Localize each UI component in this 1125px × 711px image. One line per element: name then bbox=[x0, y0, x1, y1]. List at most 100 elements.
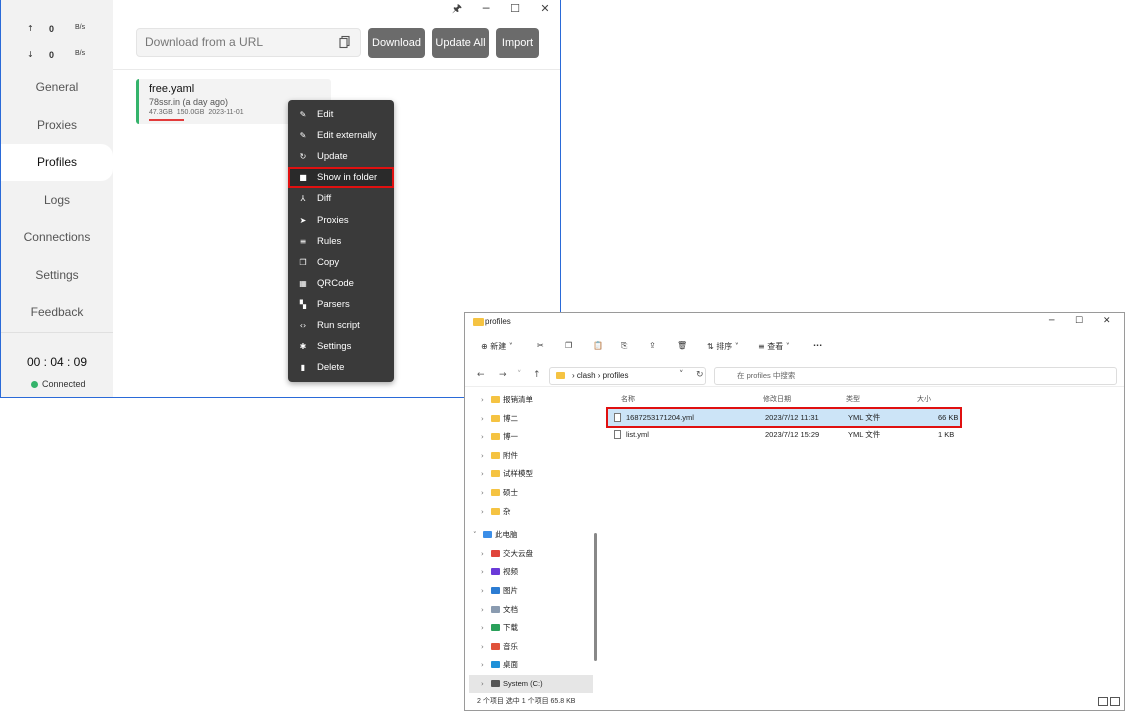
chevron-right-icon[interactable]: › bbox=[481, 545, 484, 563]
nav-general[interactable]: General bbox=[1, 69, 113, 106]
menu-item-show-in-folder[interactable]: ■ Show in folder bbox=[288, 167, 394, 189]
nav-settings[interactable]: Settings bbox=[1, 257, 113, 294]
tree-item[interactable]: › 试样模型 bbox=[469, 465, 593, 483]
tree-item[interactable]: › 交大云盘 bbox=[469, 545, 593, 563]
chevron-right-icon[interactable]: › bbox=[481, 428, 484, 446]
paste-icon[interactable] bbox=[338, 35, 352, 49]
chevron-right-icon[interactable]: › bbox=[481, 391, 484, 409]
file-row[interactable]: list.yml 2023/7/12 15:29 YML 文件 1 KB bbox=[608, 426, 960, 443]
forward-icon[interactable]: → bbox=[499, 370, 507, 380]
search-input[interactable]: 在 profiles 中搜索 bbox=[714, 367, 1117, 385]
back-icon[interactable]: ← bbox=[477, 370, 485, 380]
menu-item-label: Proxies bbox=[317, 214, 349, 226]
menu-item-delete[interactable]: ▮ Delete bbox=[288, 357, 394, 378]
menu-item-rules[interactable]: ≡ Rules bbox=[288, 231, 394, 252]
file-size: 66 KB bbox=[938, 413, 959, 422]
tree-item[interactable]: ˅ 此电脑 bbox=[469, 526, 593, 544]
tree-item[interactable]: › 硕士 bbox=[469, 484, 593, 502]
menu-item-parsers[interactable]: ▚ Parsers bbox=[288, 294, 394, 315]
address-chevron-icon[interactable]: ˅ bbox=[679, 370, 684, 380]
tree-item[interactable]: › 下载 bbox=[469, 619, 593, 637]
chevron-right-icon[interactable]: › bbox=[481, 601, 484, 619]
close-button[interactable]: ✕ bbox=[1103, 316, 1111, 326]
file-row[interactable]: 1687253171204.yml 2023/7/12 11:31 YML 文件 66… bbox=[606, 407, 962, 428]
menu-item-proxies[interactable]: ➤ Proxies bbox=[288, 210, 394, 231]
menu-item-run-script[interactable]: ‹› Run script bbox=[288, 315, 394, 336]
nav-logs[interactable]: Logs bbox=[1, 182, 113, 219]
minimize-button[interactable]: ─ bbox=[1049, 316, 1054, 326]
more-icon[interactable]: ··· bbox=[813, 341, 822, 350]
chevron-right-icon[interactable]: › bbox=[481, 656, 484, 674]
tree-item[interactable]: › System (C:) bbox=[469, 675, 593, 693]
tree-item[interactable]: › 桌面 bbox=[469, 656, 593, 674]
chevron-right-icon[interactable]: › bbox=[481, 447, 484, 465]
nav-profiles[interactable]: Profiles bbox=[1, 144, 113, 181]
rename-icon[interactable]: ⎘ bbox=[621, 341, 627, 351]
details-view-icon[interactable] bbox=[1098, 697, 1108, 706]
menu-item-icon: ■ bbox=[299, 173, 307, 183]
menu-item-edit[interactable]: ✎ Edit bbox=[288, 104, 394, 125]
profile-total: 150.0GB bbox=[176, 109, 205, 116]
file-type: YML 文件 bbox=[848, 430, 881, 439]
chevron-right-icon[interactable]: › bbox=[481, 582, 484, 600]
menu-item-update[interactable]: ↻ Update bbox=[288, 146, 394, 167]
col-name[interactable]: 名称 bbox=[621, 394, 635, 404]
chevron-down-icon[interactable]: ˅ bbox=[473, 526, 477, 544]
maximize-button[interactable]: ☐ bbox=[500, 0, 530, 18]
menu-item-qrcode[interactable]: ▦ QRCode bbox=[288, 273, 394, 294]
chevron-right-icon[interactable]: › bbox=[481, 675, 484, 693]
col-date[interactable]: 修改日期 bbox=[763, 394, 791, 404]
menu-item-edit-externally[interactable]: ✎ Edit externally bbox=[288, 125, 394, 146]
chevron-right-icon[interactable]: › bbox=[481, 484, 484, 502]
tree-item[interactable]: › 视频 bbox=[469, 563, 593, 581]
chevron-right-icon[interactable]: › bbox=[481, 563, 484, 581]
view-button[interactable]: ≡ 查看 ˅ bbox=[758, 341, 790, 352]
close-button[interactable]: ✕ bbox=[530, 0, 560, 18]
col-type[interactable]: 类型 bbox=[846, 394, 860, 404]
chevron-right-icon[interactable]: › bbox=[481, 619, 484, 637]
up-icon[interactable]: ↑ bbox=[533, 370, 541, 380]
menu-item-settings[interactable]: ✱ Settings bbox=[288, 336, 394, 357]
chevron-right-icon[interactable]: › bbox=[481, 638, 484, 656]
paste-icon[interactable]: 📋 bbox=[593, 341, 603, 350]
tree-scrollbar[interactable] bbox=[594, 533, 597, 661]
menu-item-icon: ✎ bbox=[299, 131, 307, 141]
address-folder-icon bbox=[556, 372, 565, 379]
tree-item[interactable]: › 图片 bbox=[469, 582, 593, 600]
tree-item[interactable]: › 杂 bbox=[469, 503, 593, 521]
new-button[interactable]: ⊕ 新建 ˅ bbox=[481, 341, 513, 352]
refresh-icon[interactable]: ↻ bbox=[696, 370, 704, 380]
col-size[interactable]: 大小 bbox=[917, 394, 931, 404]
pin-icon[interactable]: 🖈 bbox=[442, 0, 472, 18]
chevron-right-icon[interactable]: › bbox=[481, 503, 484, 521]
download-button[interactable]: Download bbox=[368, 28, 425, 58]
maximize-button[interactable]: ☐ bbox=[1075, 316, 1083, 326]
history-chevron-icon[interactable]: ˅ bbox=[517, 370, 522, 380]
sort-button[interactable]: ⇅ 排序 ˅ bbox=[707, 341, 739, 352]
nav-feedback[interactable]: Feedback bbox=[1, 294, 113, 331]
menu-item-copy[interactable]: ❐ Copy bbox=[288, 252, 394, 273]
tree-item[interactable]: › 附件 bbox=[469, 447, 593, 465]
tree-item[interactable]: › 博一 bbox=[469, 428, 593, 446]
import-button[interactable]: Import bbox=[496, 28, 539, 58]
explorer-toolbar: ⊕ 新建 ˅ ✂ ❐ 📋 ⎘ ⇪ 🗑 ⇅ 排序 ˅ ≡ 查看 ˅ ··· bbox=[465, 335, 1124, 359]
tree-item[interactable]: › 音乐 bbox=[469, 638, 593, 656]
chevron-right-icon[interactable]: › bbox=[481, 410, 484, 428]
tree-item[interactable]: › 文档 bbox=[469, 601, 593, 619]
tree-item[interactable]: › 报销清单 bbox=[469, 391, 593, 409]
cut-icon[interactable]: ✂ bbox=[537, 341, 544, 350]
copy-icon[interactable]: ❐ bbox=[565, 341, 572, 350]
folder-icon bbox=[491, 414, 500, 422]
nav-connections[interactable]: Connections bbox=[1, 219, 113, 256]
share-icon[interactable]: ⇪ bbox=[649, 341, 656, 350]
minimize-button[interactable]: ─ bbox=[471, 0, 501, 18]
delete-icon[interactable]: 🗑 bbox=[677, 341, 687, 350]
url-input[interactable]: Download from a URL bbox=[136, 28, 361, 57]
chevron-right-icon[interactable]: › bbox=[481, 465, 484, 483]
tiles-view-icon[interactable] bbox=[1110, 697, 1120, 706]
tree-item[interactable]: › 博二 bbox=[469, 410, 593, 428]
update-all-button[interactable]: Update All bbox=[432, 28, 489, 58]
tree-item-label: 文档 bbox=[503, 604, 518, 614]
nav-proxies[interactable]: Proxies bbox=[1, 107, 113, 144]
menu-item-diff[interactable]: ⅄ Diff bbox=[288, 188, 394, 209]
